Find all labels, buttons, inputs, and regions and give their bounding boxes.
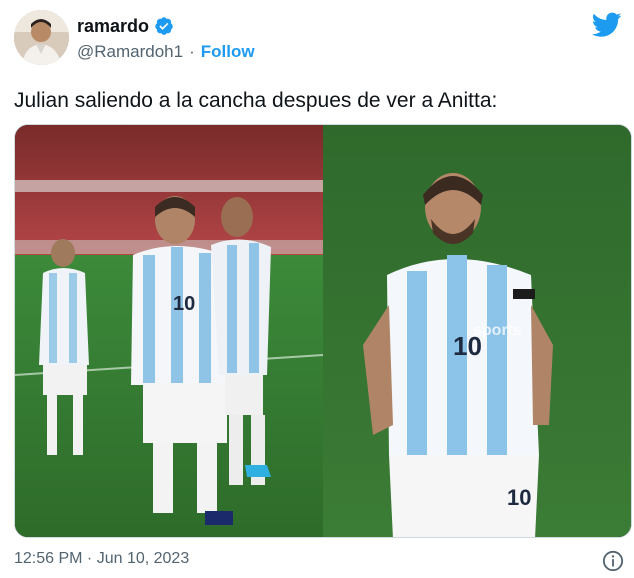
watermark-text: sports <box>473 322 522 339</box>
tweet-text: Julian saliendo a la cancha despues de v… <box>14 89 498 112</box>
tweet-header: ramardo @Ramardoh1 · Follow <box>14 10 624 68</box>
display-name[interactable]: ramardo <box>77 16 149 37</box>
stadium-scene-image: 10 <box>15 125 323 537</box>
avatar[interactable] <box>14 10 69 65</box>
avatar-image <box>14 10 69 65</box>
media-left-panel: 10 <box>15 125 323 537</box>
handle-row: @Ramardoh1 · Follow <box>77 41 255 63</box>
tweet-media[interactable]: 10 10 sports 10 <box>14 124 632 538</box>
media-right-panel: 10 sports 10 <box>323 125 631 537</box>
info-icon[interactable] <box>602 550 624 572</box>
tweet-card: ramardo @Ramardoh1 · Follow Julian salie… <box>0 0 634 578</box>
handle[interactable]: @Ramardoh1 <box>77 42 183 62</box>
follow-button[interactable]: Follow <box>201 42 255 62</box>
shorts-number: 10 <box>507 485 531 510</box>
tweet-footer: 12:56 PM · Jun 10, 2023 <box>14 550 624 574</box>
name-row: ramardo <box>77 14 255 38</box>
author-info: ramardo @Ramardoh1 · Follow <box>77 14 255 63</box>
separator-dot: · <box>189 42 195 61</box>
jersey-number-left: 10 <box>173 293 195 315</box>
verified-badge-icon <box>155 17 173 35</box>
twitter-bird-icon[interactable] <box>592 12 622 38</box>
timestamp[interactable]: 12:56 PM · Jun 10, 2023 <box>14 550 189 567</box>
player-closeup-image: 10 sports 10 <box>323 125 631 537</box>
